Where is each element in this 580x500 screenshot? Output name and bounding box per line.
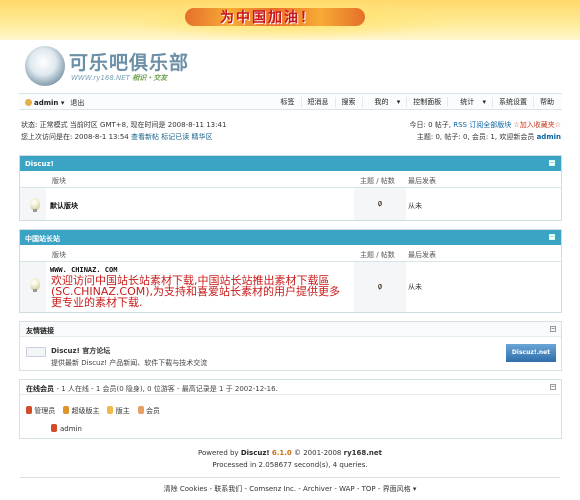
user-group-legend: 管理员 超级版主 版主 会员 — [26, 406, 160, 416]
collapse-icon[interactable]: − — [549, 234, 555, 240]
link-desc: 提供最新 Discuz! 产品新闻、软件下载与技术交流 — [51, 359, 208, 367]
nav-stats[interactable]: 统计 ▾ — [447, 97, 492, 107]
link-name[interactable]: Discuz! 官方论坛 — [51, 346, 110, 356]
nav-pm[interactable]: 短消息 — [300, 97, 335, 107]
forum-counts: 0 / 0 — [354, 262, 406, 312]
collapse-icon[interactable]: − — [549, 160, 555, 166]
legend-supermod: 超级版主 — [63, 406, 99, 416]
nav-admin[interactable]: 系统设置 — [492, 97, 533, 107]
user-toolbar: admin ▾ 退出 标签 短消息 搜索 我的 ▾ 控制面板 统计 ▾ 系统设置 … — [19, 93, 562, 110]
forum-status-icon — [30, 278, 40, 292]
status-line-2: 您上次访问是在: 2008-8-1 13:54 查看新帖 标记已读 精华区 主题… — [21, 133, 561, 141]
mark-read-link[interactable]: 标记已读 — [161, 133, 189, 141]
supermod-icon — [63, 406, 70, 414]
category-chinaz: 中国站长站 − 版块 主题 / 帖数 最后发表 WWW. CHINAZ. COM … — [19, 229, 562, 313]
collapse-icon[interactable]: − — [550, 326, 556, 332]
status-line-1: 状态: 正常模式 当前时区 GMT+8, 现在时间是 2008-8-11 13:… — [21, 121, 561, 129]
rss-link[interactable]: RSS 订阅全部版块 — [453, 121, 511, 129]
banner-slogan: 为中国加油！ — [220, 10, 316, 26]
nav-my[interactable]: 我的 ▾ — [361, 97, 407, 107]
top-nav: 标签 短消息 搜索 我的 ▾ 控制面板 统计 ▾ 系统设置 帮助 — [275, 97, 561, 107]
nav-tags[interactable]: 标签 — [275, 97, 301, 107]
new-posts-link[interactable]: 查看新帖 — [131, 133, 159, 141]
forum-row[interactable]: WWW. CHINAZ. COM 欢迎访问中国站长站素材下载,中国站长站推出素材… — [20, 262, 561, 312]
forum-stats: 主题: 0, 帖子: 0, 会员: 1, 欢迎新会员 admin — [416, 133, 561, 141]
top-banner: 为中国加油！ — [0, 0, 580, 40]
category-header: Discuz! − — [20, 156, 561, 171]
logo-emblem-icon — [25, 46, 65, 86]
forum-description: 欢迎访问中国站长站素材下载,中国站长站推出素材下载區(SC.CHINAZ.COM… — [51, 274, 341, 309]
legend-admin: 管理员 — [26, 406, 55, 416]
forum-name[interactable]: 默认版块 — [50, 201, 78, 211]
nav-help[interactable]: 帮助 — [533, 97, 560, 107]
moderator-icon — [107, 406, 114, 414]
footer-links[interactable]: 清除 Cookies - 联系我们 - Comsenz Inc. - Archi… — [0, 484, 580, 494]
processed-info: Processed in 2.058677 second(s), 4 queri… — [212, 461, 368, 469]
logo-url: WWW.ry168.NET 相识・交友 — [71, 74, 168, 82]
legend-mod: 版主 — [107, 406, 130, 416]
section-title: 友情链接 − — [20, 322, 561, 337]
user-menu[interactable]: admin ▾ 退出 — [25, 98, 84, 108]
user-icon — [25, 99, 32, 106]
admin-icon — [26, 406, 32, 414]
table-header: 版块 主题 / 帖数 最后发表 — [20, 245, 561, 262]
logo-name: 可乐吧俱乐部 — [69, 52, 190, 74]
table-header: 版块 主题 / 帖数 最后发表 — [20, 171, 561, 188]
discuz-banner-link[interactable]: Discuz!.net — [506, 344, 556, 362]
new-member-link[interactable]: admin — [537, 133, 561, 141]
forum-name[interactable]: WWW. CHINAZ. COM — [50, 266, 117, 274]
forum-last-post: 从未 — [408, 283, 422, 291]
section-title: 在线会员 - 1 人在线 - 1 会员(0 隐身), 0 位游客 - 最高记录是… — [20, 380, 561, 395]
digest-link[interactable]: 精华区 — [191, 133, 212, 141]
nav-search[interactable]: 搜索 — [334, 97, 362, 107]
footer-divider — [20, 477, 560, 478]
forum-status-icon — [30, 198, 40, 212]
nav-cp[interactable]: 控制面板 — [406, 97, 447, 107]
today-stats: 今日: 0 帖子, RSS 订阅全部版块 ☆加入收藏夹☆ — [409, 121, 561, 129]
forum-last-post: 从未 — [408, 202, 422, 210]
friend-links: 友情链接 − Discuz! 官方论坛 提供最新 Discuz! 产品新闻、软件下… — [19, 321, 562, 371]
link-logo-icon — [26, 347, 46, 357]
member-icon — [137, 406, 144, 414]
fav-link[interactable]: ☆加入收藏夹☆ — [513, 121, 561, 129]
category-discuz: Discuz! − 版块 主题 / 帖数 最后发表 默认版块 0 / 0 从未 — [19, 155, 562, 221]
forum-row[interactable]: 默认版块 0 / 0 从未 — [20, 188, 561, 220]
logout-link[interactable]: 退出 — [70, 99, 84, 107]
legend-member: 会员 — [137, 406, 160, 416]
site-logo[interactable]: 可乐吧俱乐部 WWW.ry168.NET 相识・交友 — [25, 44, 215, 88]
online-user[interactable]: admin — [51, 424, 82, 433]
collapse-icon[interactable]: − — [550, 384, 556, 390]
category-header: 中国站长站 − — [20, 230, 561, 245]
admin-icon — [51, 424, 57, 432]
online-users: 在线会员 - 1 人在线 - 1 会员(0 隐身), 0 位游客 - 最高记录是… — [19, 379, 562, 439]
powered-by: Powered by Discuz! 6.1.0 © 2001-2008 ry1… — [198, 449, 382, 457]
forum-counts: 0 / 0 — [354, 188, 406, 220]
